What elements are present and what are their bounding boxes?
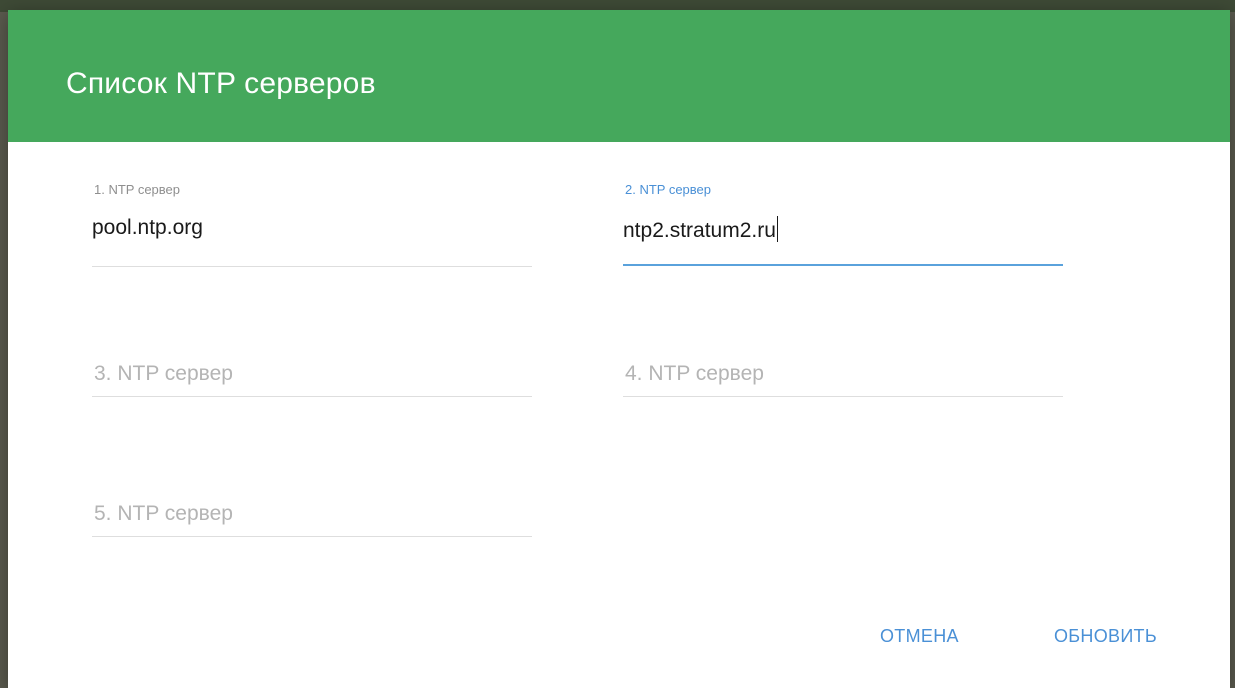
ntp-server-2-underline <box>623 264 1063 266</box>
ntp-server-1-underline <box>92 266 532 267</box>
ntp-server-2-value: ntp2.stratum2.ru <box>623 219 776 242</box>
ntp-server-3-input[interactable]: 3. NTP сервер <box>94 362 233 386</box>
ntp-server-1-label: 1. NTP сервер <box>94 182 181 197</box>
dialog-header: Список NTP серверов <box>8 10 1230 142</box>
ntp-servers-dialog: Список NTP серверов <box>8 10 1230 688</box>
ntp-server-1-input[interactable]: pool.ntp.org <box>92 216 203 240</box>
ntp-server-4-underline <box>623 396 1063 397</box>
text-cursor <box>776 216 778 242</box>
ntp-server-3-underline <box>92 396 532 397</box>
ntp-server-2-input[interactable]: ntp2.stratum2.ru <box>623 216 778 243</box>
ntp-server-5-input[interactable]: 5. NTP сервер <box>94 502 233 526</box>
ntp-server-5-underline <box>92 536 532 537</box>
dialog-title: Список NTP серверов <box>66 67 376 100</box>
cancel-button[interactable]: ОТМЕНА <box>880 626 959 647</box>
ntp-server-4-input[interactable]: 4. NTP сервер <box>625 362 764 386</box>
update-button[interactable]: ОБНОВИТЬ <box>1054 626 1157 647</box>
ntp-server-2-label: 2. NTP сервер <box>625 182 712 197</box>
